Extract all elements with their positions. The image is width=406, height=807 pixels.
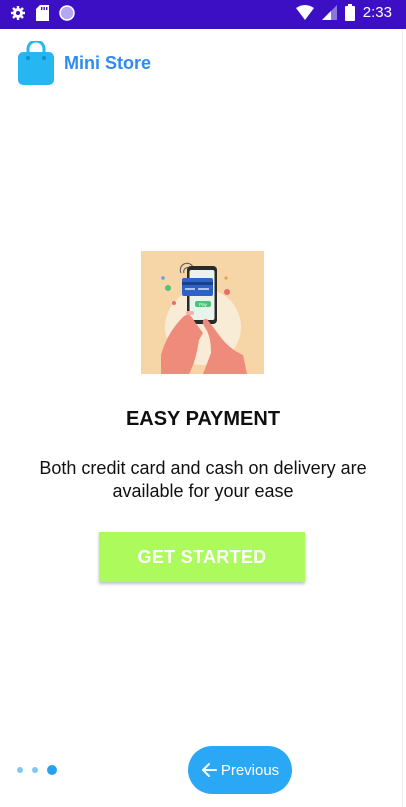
page-dot-active[interactable] [47, 765, 57, 775]
status-bar-right: 2:33 [295, 4, 392, 21]
get-started-button[interactable]: GET STARTED [99, 532, 305, 582]
edge-divider [402, 29, 403, 807]
previous-button[interactable]: Previous [188, 746, 292, 794]
signal-icon [321, 5, 337, 20]
onboarding-heading: EASY PAYMENT [125, 408, 281, 430]
page-dot[interactable] [32, 767, 38, 773]
arrow-left-icon [201, 762, 217, 778]
app-header: Mini Store [18, 40, 151, 86]
onboarding-description: Both credit card and cash on delivery ar… [39, 458, 367, 501]
circle-icon [59, 5, 75, 21]
status-bar-left [10, 5, 75, 21]
sd-card-icon [36, 5, 49, 21]
previous-label: Previous [220, 761, 280, 779]
wifi-icon [295, 5, 314, 20]
svg-text:Pay: Pay [199, 302, 208, 307]
status-bar: 2:33 [0, 0, 406, 29]
shopping-bag-icon [18, 41, 54, 85]
battery-icon [344, 4, 355, 21]
page-dot[interactable] [17, 767, 23, 773]
app-title: Mini Store [64, 52, 152, 73]
phone-payment-illustration: Pay [141, 251, 264, 374]
status-time: 2:33 [362, 4, 392, 21]
page-indicator [17, 765, 57, 775]
settings-icon [10, 5, 26, 21]
